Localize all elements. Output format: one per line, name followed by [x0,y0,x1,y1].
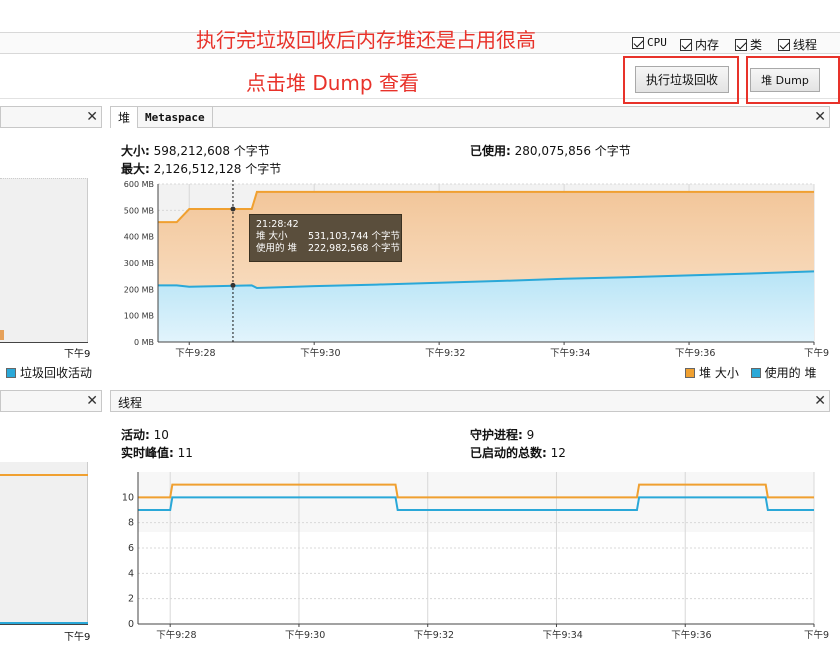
threads-started-value: 12 [550,446,566,460]
x-tick-label: 下午9 [804,629,829,641]
threads-live-label: 活动: [121,428,150,442]
heap-used-value: 280,075,856 个字节 [514,144,631,158]
y-tick-label: 300 MB [124,259,154,268]
tooltip-time: 21:28:42 [256,219,299,230]
threads-daemon-label: 守护进程: [470,428,523,442]
memory-checkbox[interactable]: 内存 [680,36,719,53]
legend-swatch [6,368,16,378]
heap-chart: 0 MB 100 MB 200 MB 300 MB 400 MB 500 MB 600 MB… [124,180,829,358]
gc-activity-legend: 垃圾回收活动 [6,364,92,381]
left-bottom-x-tick: 下午9 [64,632,91,643]
left-top-chart-area [0,178,88,342]
y-tick-label: 6 [128,543,134,554]
y-tick-label: 0 [128,619,134,630]
heap-max-stat: 最大: 2,126,512,128 个字节 [121,160,281,177]
tab-heap[interactable]: 堆 [111,107,139,128]
perform-gc-button[interactable]: 执行垃圾回收 [635,66,729,93]
tooltip-used-heap-value: 222,982,568 个字节 [308,243,400,254]
threads-chart: 0 2 4 6 8 10 下午9:28 下午9:30 下午9:32 下午9:34 下午9:36 下午9 [122,472,829,641]
x-tick-label: 下午9:28 [175,347,215,358]
threads-live-value: 10 [153,428,169,442]
heap-dump-button[interactable]: 堆 Dump [750,68,820,92]
close-icon[interactable]: ✕ [86,393,98,409]
x-tick-label: 下午9:30 [285,629,325,641]
threads-panel-title: 线程 [118,396,143,410]
heap-used-stat: 已使用: 280,075,856 个字节 [470,142,631,159]
x-tick-label: 下午9:34 [542,629,582,641]
threads-peak-stat: 实时峰值: 11 [121,444,193,461]
threads-checkbox-label: 线程 [793,38,818,52]
left-bottom-panel-header: ✕ [0,390,102,412]
tooltip-heap-size-label: 堆 大小 [256,231,288,242]
legend-heap-size: 堆 大小 [699,366,739,380]
heap-size-value: 598,212,608 个字节 [153,144,270,158]
annotation-line-1: 执行完垃圾回收后内存堆还是占用很高 [196,28,536,52]
crosshair-marker [230,206,236,212]
y-tick-label: 8 [128,518,134,529]
tooltip-used-heap-label: 使用的 堆 [256,243,298,254]
x-tick-label: 下午9:34 [550,347,590,358]
checkbox-checked-icon [680,38,692,51]
cpu-checkbox[interactable]: CPU [632,36,667,49]
classes-checkbox[interactable]: 类 [735,36,762,53]
x-tick-label: 下午9:32 [425,347,465,358]
y-tick-label: 100 MB [124,312,154,321]
annotation-line-2: 点击堆 Dump 查看 [246,71,419,95]
x-tick-label: 下午9:28 [156,629,196,641]
y-tick-label: 400 MB [124,233,154,242]
heap-tooltip: 21:28:42 堆 大小 531,103,744 个字节 使用的 堆 222,98… [249,214,402,262]
heap-used-label: 已使用: [470,144,511,158]
x-tick-label: 下午9 [804,347,829,358]
checkbox-checked-icon [632,36,644,49]
threads-live-stat: 活动: 10 [121,426,169,443]
left-top-x-tick: 下午9 [64,349,91,360]
legend-used-heap: 使用的 堆 [764,366,817,380]
threads-started-stat: 已启动的总数: 12 [470,444,566,461]
classes-checkbox-label: 类 [750,38,763,52]
y-tick-label: 0 MB [134,338,154,347]
threads-daemon-value: 9 [526,428,535,442]
heap-size-stat: 大小: 598,212,608 个字节 [121,142,270,159]
cpu-checkbox-label: CPU [647,36,667,49]
tab-metaspace[interactable]: Metaspace [138,107,213,128]
legend-swatch [685,368,695,378]
heap-panel-tabbar: 堆 Metaspace ✕ [110,106,830,128]
threads-peak-label: 实时峰值: [121,446,174,460]
gc-activity-legend-label: 垃圾回收活动 [20,366,93,380]
close-icon[interactable]: ✕ [814,393,826,409]
close-icon[interactable]: ✕ [814,109,826,125]
x-tick-label: 下午9:36 [671,629,711,641]
y-tick-label: 4 [128,568,134,579]
heap-max-value: 2,126,512,128 个字节 [153,162,282,176]
y-tick-label: 10 [122,492,134,503]
threads-checkbox[interactable]: 线程 [778,36,817,53]
memory-checkbox-label: 内存 [695,38,720,52]
x-tick-label: 下午9:30 [300,347,340,358]
y-tick-label: 500 MB [124,206,154,215]
heap-legend: 堆 大小 使用的 堆 [685,364,816,381]
threads-started-label: 已启动的总数: [470,446,547,460]
threads-daemon-stat: 守护进程: 9 [470,426,534,443]
x-tick-label: 下午9:32 [414,629,454,641]
heap-max-label: 最大: [121,162,150,176]
heap-size-label: 大小: [121,144,150,158]
legend-swatch [750,368,761,378]
left-bottom-chart-area [0,462,88,624]
checkbox-checked-icon [778,38,790,51]
tooltip-heap-size-value: 531,103,744 个字节 [308,231,400,242]
checkbox-checked-icon [735,38,747,51]
close-icon[interactable]: ✕ [86,109,98,125]
left-top-panel-header: ✕ [0,106,102,128]
y-tick-label: 2 [128,594,134,605]
y-tick-label: 200 MB [124,285,154,294]
y-tick-label: 600 MB [124,180,154,189]
x-tick-label: 下午9:36 [675,347,715,358]
threads-peak-value: 11 [177,446,193,460]
crosshair-marker [230,282,236,288]
threads-panel-header: 线程 ✕ [110,390,830,412]
